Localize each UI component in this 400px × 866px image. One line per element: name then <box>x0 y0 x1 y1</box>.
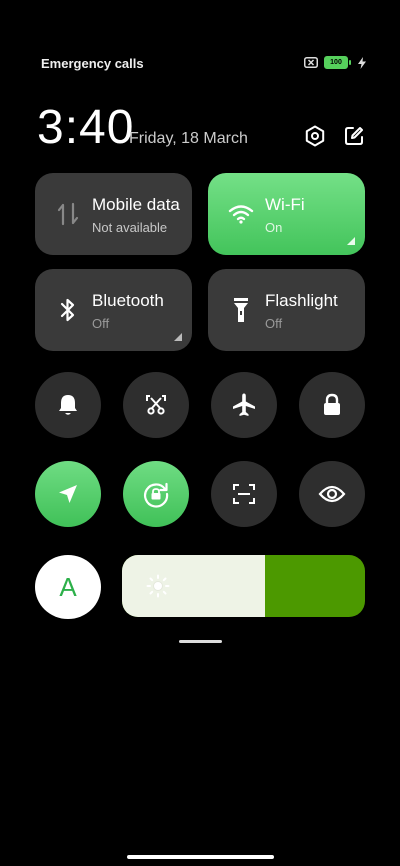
tile-mobile-data[interactable]: Mobile data Not available <box>35 173 192 255</box>
toggle-rotation-lock[interactable] <box>123 461 189 527</box>
scanner-icon <box>233 484 255 504</box>
toggle-screenshot[interactable] <box>123 372 189 438</box>
carrier-label: Emergency calls <box>41 56 144 71</box>
wifi-icon <box>228 201 254 227</box>
clock: 3:40 <box>37 101 135 154</box>
brightness-fill <box>122 555 266 617</box>
airplane-icon <box>233 393 255 416</box>
expand-corner-icon[interactable] <box>174 333 182 341</box>
screenshot-scissors-icon <box>146 395 166 415</box>
settings-icon[interactable] <box>303 124 327 148</box>
tile-state: On <box>265 220 283 235</box>
sim-error-icon <box>304 57 318 68</box>
edit-icon[interactable] <box>342 124 366 148</box>
font-size-label: A <box>59 571 77 602</box>
toggle-airplane[interactable] <box>211 372 277 438</box>
status-bar: Emergency calls 100 <box>0 52 400 74</box>
location-arrow-icon <box>59 485 77 503</box>
bluetooth-icon <box>55 297 81 323</box>
date-label: Friday, 18 March <box>129 130 248 147</box>
tile-wifi[interactable]: Wi-Fi On <box>208 173 365 255</box>
tile-flashlight[interactable]: Flashlight Off <box>208 269 365 351</box>
home-indicator[interactable] <box>127 855 274 859</box>
battery-icon: 100 <box>324 56 351 69</box>
tile-label: Flashlight <box>265 291 338 310</box>
tile-state: Off <box>265 316 283 331</box>
tile-state: Off <box>92 316 110 331</box>
rotation-lock-icon <box>144 482 169 508</box>
toggle-sound[interactable] <box>35 372 101 438</box>
panel-drag-handle[interactable] <box>179 640 222 643</box>
tile-bluetooth[interactable]: Bluetooth Off <box>35 269 192 351</box>
status-icons: 100 <box>304 56 366 69</box>
lock-icon <box>324 393 340 415</box>
charging-bolt-icon <box>358 56 366 69</box>
tile-label: Bluetooth <box>92 291 164 310</box>
flashlight-icon <box>228 297 254 323</box>
toggle-lock-screen[interactable] <box>299 372 365 438</box>
tile-state: Not available <box>92 220 168 235</box>
control-center-header: 3:40 Friday, 18 March <box>37 100 366 156</box>
sun-icon <box>146 574 170 598</box>
mobile-data-arrows-icon <box>55 201 81 227</box>
font-size-button[interactable]: A <box>35 555 101 619</box>
toggle-reading-mode[interactable] <box>299 461 365 527</box>
expand-corner-icon[interactable] <box>347 237 355 245</box>
bell-icon <box>59 395 77 415</box>
brightness-slider[interactable] <box>122 555 365 617</box>
tile-label: Mobile data <box>92 195 180 214</box>
toggle-location[interactable] <box>35 461 101 527</box>
toggle-scanner[interactable] <box>211 461 277 527</box>
eye-icon <box>318 485 346 503</box>
tile-label: Wi-Fi <box>265 195 305 214</box>
